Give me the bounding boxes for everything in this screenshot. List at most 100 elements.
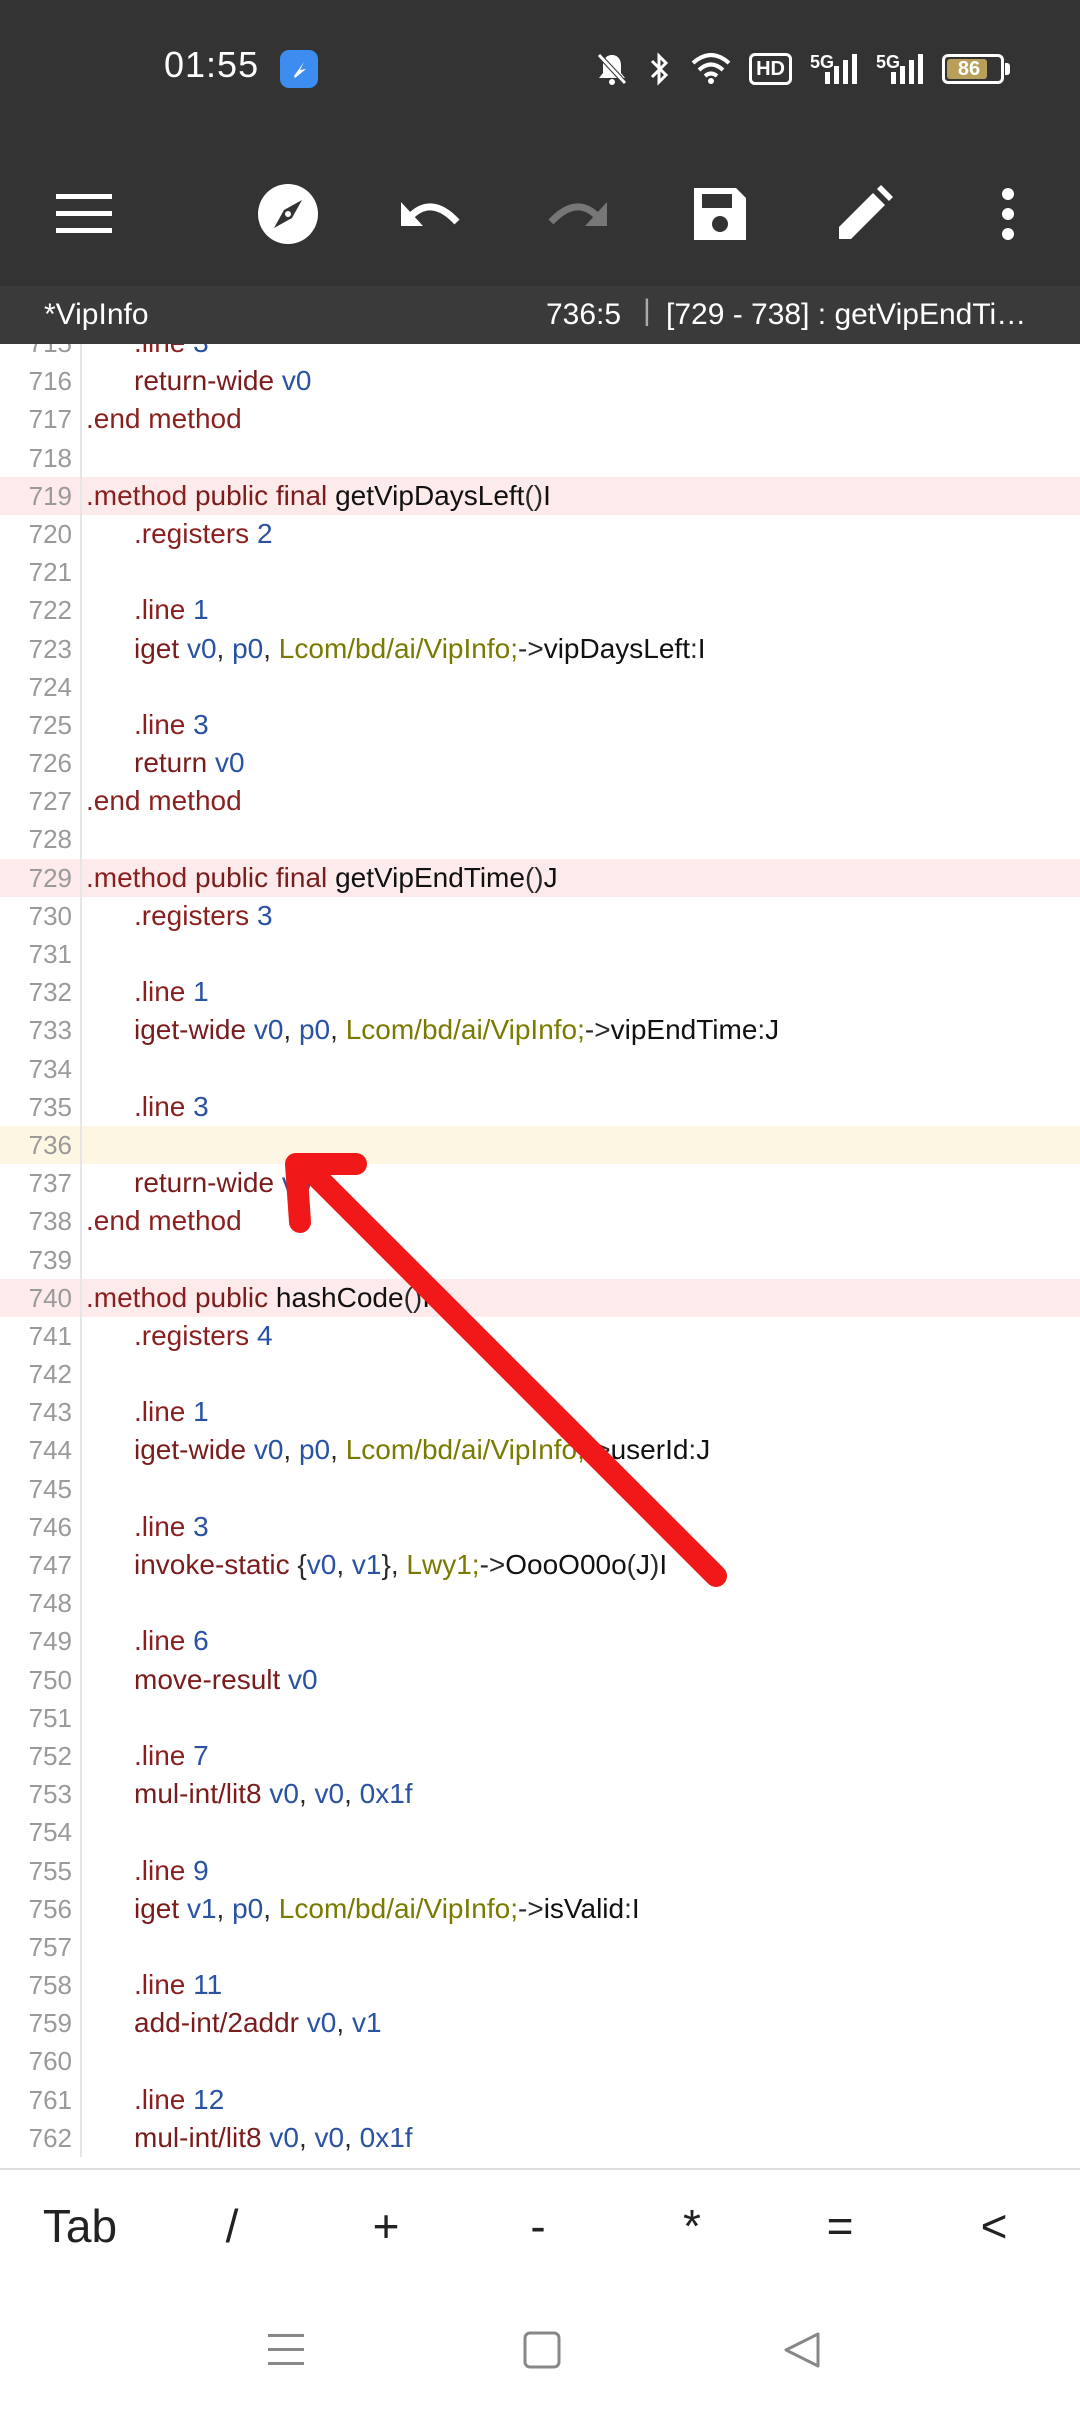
code-text[interactable]: .line 1 — [86, 1393, 209, 1431]
more-vert-icon[interactable] — [970, 176, 1046, 252]
code-text[interactable]: .end method — [86, 1202, 242, 1240]
code-text[interactable]: .line 3 — [86, 1088, 209, 1126]
compass-icon[interactable] — [250, 176, 326, 252]
code-line-735[interactable]: 735 .line 3 — [0, 1087, 1080, 1126]
code-text[interactable]: return v0 — [86, 744, 245, 782]
code-line-716[interactable]: 716 return-wide v0 — [0, 362, 1080, 401]
code-line-728[interactable]: 728 — [0, 820, 1080, 859]
code-line-762[interactable]: 762 mul-int/lit8 v0, v0, 0x1f — [0, 2118, 1080, 2157]
code-line-743[interactable]: 743 .line 1 — [0, 1393, 1080, 1432]
code-line-751[interactable]: 751 — [0, 1698, 1080, 1737]
code-line-739[interactable]: 739 — [0, 1240, 1080, 1279]
key-tab[interactable]: Tab — [20, 2194, 140, 2258]
code-line-737[interactable]: 737 return-wide v0 — [0, 1164, 1080, 1203]
code-text[interactable]: add-int/2addr v0, v1 — [86, 2004, 382, 2042]
code-line-740[interactable]: 740 .method public hashCode()I — [0, 1278, 1080, 1317]
code-line-750[interactable]: 750 move-result v0 — [0, 1660, 1080, 1699]
code-line-717[interactable]: 717 .end method — [0, 400, 1080, 439]
code-text[interactable]: iget-wide v0, p0, Lcom/bd/ai/VipInfo;->v… — [86, 1011, 779, 1049]
code-text[interactable]: move-result v0 — [86, 1661, 318, 1699]
edit-icon[interactable] — [826, 176, 902, 252]
code-line-749[interactable]: 749 .line 6 — [0, 1622, 1080, 1661]
code-text[interactable]: .line 1 — [86, 591, 209, 629]
redo-icon[interactable] — [538, 176, 614, 252]
menu-icon[interactable] — [46, 176, 122, 252]
code-text[interactable]: iget v0, p0, Lcom/bd/ai/VipInfo;->vipDay… — [86, 630, 706, 668]
code-line-722[interactable]: 722 .line 1 — [0, 591, 1080, 630]
code-line-761[interactable]: 761 .line 12 — [0, 2080, 1080, 2119]
code-text[interactable]: iget v1, p0, Lcom/bd/ai/VipInfo;->isVali… — [86, 1890, 640, 1928]
code-line-758[interactable]: 758 .line 11 — [0, 1966, 1080, 2005]
code-line-760[interactable]: 760 — [0, 2042, 1080, 2081]
code-line-744[interactable]: 744 iget-wide v0, p0, Lcom/bd/ai/VipInfo;… — [0, 1431, 1080, 1470]
code-text[interactable]: .line 9 — [86, 1852, 209, 1890]
code-line-736[interactable]: 736 — [0, 1125, 1080, 1165]
key-minus[interactable]: - — [478, 2194, 598, 2258]
code-line-731[interactable]: 731 — [0, 935, 1080, 974]
code-line-753[interactable]: 753 mul-int/lit8 v0, v0, 0x1f — [0, 1775, 1080, 1814]
code-line-759[interactable]: 759 add-int/2addr v0, v1 — [0, 2004, 1080, 2043]
code-text[interactable]: .line 3 — [86, 1508, 209, 1546]
code-line-732[interactable]: 732 .line 1 — [0, 973, 1080, 1012]
recent-apps-icon[interactable] — [256, 2320, 316, 2380]
back-icon[interactable] — [772, 2320, 832, 2380]
code-text[interactable]: .end method — [86, 400, 242, 438]
code-line-715[interactable]: 715 .line 3 — [0, 344, 1080, 363]
code-line-741[interactable]: 741 .registers 4 — [0, 1316, 1080, 1356]
code-line-724[interactable]: 724 — [0, 667, 1080, 706]
code-line-721[interactable]: 721 — [0, 553, 1080, 592]
code-line-746[interactable]: 746 .line 3 — [0, 1507, 1080, 1546]
code-line-754[interactable]: 754 — [0, 1813, 1080, 1852]
code-text[interactable]: mul-int/lit8 v0, v0, 0x1f — [86, 2119, 413, 2157]
code-text[interactable]: .end method — [86, 782, 242, 820]
code-line-730[interactable]: 730 .registers 3 — [0, 896, 1080, 935]
key-asterisk[interactable]: * — [632, 2194, 752, 2258]
code-text[interactable]: .method public hashCode()I — [86, 1279, 430, 1317]
code-line-742[interactable]: 742 — [0, 1355, 1080, 1394]
code-text[interactable]: iget-wide v0, p0, Lcom/bd/ai/VipInfo;->u… — [86, 1431, 710, 1469]
code-text[interactable]: .line 7 — [86, 1737, 209, 1775]
code-line-723[interactable]: 723 iget v0, p0, Lcom/bd/ai/VipInfo;->vip… — [0, 629, 1080, 668]
code-line-734[interactable]: 734 — [0, 1049, 1080, 1088]
code-text[interactable]: .registers 3 — [86, 897, 273, 935]
code-text[interactable]: .registers 4 — [86, 1317, 273, 1355]
code-text[interactable]: .method public final getVipEndTime()J — [86, 859, 558, 897]
code-line-738[interactable]: 738 .end method — [0, 1202, 1080, 1241]
code-line-757[interactable]: 757 — [0, 1927, 1080, 1967]
save-icon[interactable] — [682, 176, 758, 252]
code-text[interactable]: invoke-static {v0, v1}, Lwy1;->OooO00o(J… — [86, 1546, 667, 1584]
code-line-726[interactable]: 726 return v0 — [0, 744, 1080, 783]
code-line-756[interactable]: 756 iget v1, p0, Lcom/bd/ai/VipInfo;->isV… — [0, 1889, 1080, 1928]
code-text[interactable]: return-wide v0 — [86, 362, 311, 400]
code-text[interactable]: .line 11 — [86, 1966, 222, 2004]
code-text[interactable]: .method public final getVipDaysLeft()I — [86, 477, 551, 515]
key-less-than[interactable]: < — [934, 2194, 1054, 2258]
code-text[interactable]: mul-int/lit8 v0, v0, 0x1f — [86, 1775, 413, 1813]
code-line-729[interactable]: 729 .method public final getVipEndTime()J — [0, 858, 1080, 897]
code-text[interactable]: .registers 2 — [86, 515, 273, 553]
code-line-720[interactable]: 720 .registers 2 — [0, 514, 1080, 554]
key-slash[interactable]: / — [172, 2194, 292, 2258]
home-icon[interactable] — [512, 2320, 572, 2380]
code-line-718[interactable]: 718 — [0, 438, 1080, 477]
code-line-719[interactable]: 719 .method public final getVipDaysLeft()… — [0, 476, 1080, 515]
key-plus[interactable]: + — [326, 2194, 446, 2258]
code-text[interactable]: .line 1 — [86, 973, 209, 1011]
code-text[interactable]: return-wide v0 — [86, 1164, 311, 1202]
code-line-727[interactable]: 727 .end method — [0, 782, 1080, 821]
code-text[interactable]: .line 6 — [86, 1622, 209, 1660]
key-equals[interactable]: = — [780, 2194, 900, 2258]
code-text[interactable]: .line 3 — [86, 344, 209, 362]
code-line-733[interactable]: 733 iget-wide v0, p0, Lcom/bd/ai/VipInfo;… — [0, 1011, 1080, 1050]
code-line-725[interactable]: 725 .line 3 — [0, 705, 1080, 745]
code-line-745[interactable]: 745 — [0, 1469, 1080, 1508]
code-line-752[interactable]: 752 .line 7 — [0, 1736, 1080, 1776]
code-text[interactable]: .line 12 — [86, 2081, 224, 2119]
undo-icon[interactable] — [394, 176, 470, 252]
code-line-755[interactable]: 755 .line 9 — [0, 1851, 1080, 1890]
code-lines[interactable]: 715 .line 3 716 return-wide v0 717 .end metho… — [0, 344, 1080, 2157]
code-line-748[interactable]: 748 — [0, 1584, 1080, 1623]
code-line-747[interactable]: 747 invoke-static {v0, v1}, Lwy1;->OooO00… — [0, 1546, 1080, 1585]
method-range[interactable]: [729 - 738] : getVipEndTime()J — [666, 298, 1048, 332]
code-text[interactable]: .line 3 — [86, 706, 209, 744]
